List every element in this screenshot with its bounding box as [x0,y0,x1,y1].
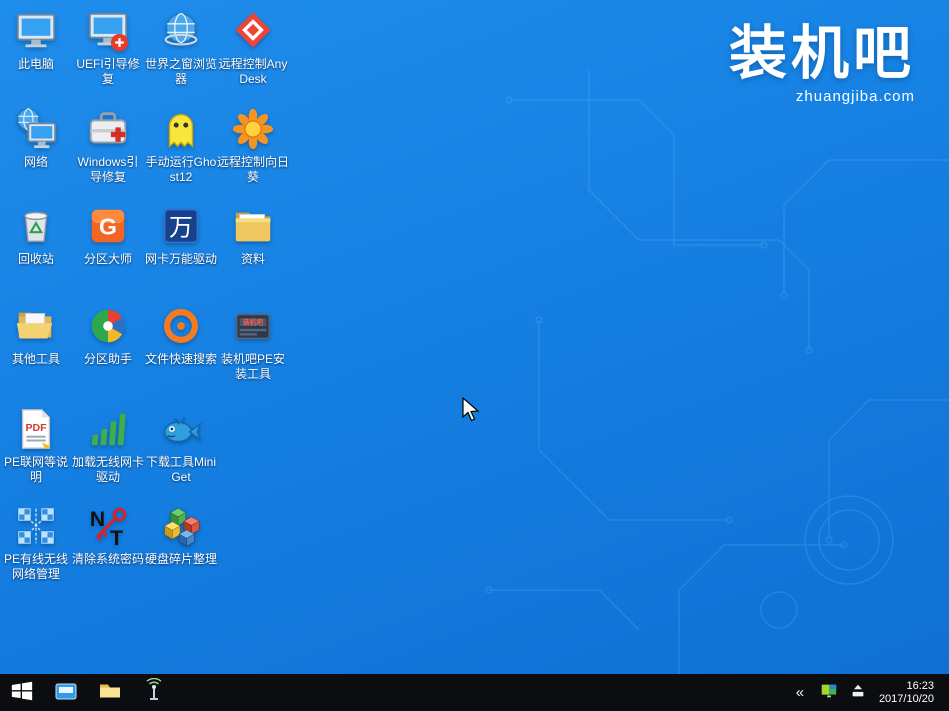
open-folder-icon [13,303,59,349]
desktop-icon-this-pc[interactable]: 此电脑 [0,8,72,72]
desktop-icon-label: 世界之窗浏览器 [145,57,217,87]
desktop-icon-zhuangjiba-pe-installer[interactable]: 装机吧装机吧PE安装工具 [217,303,289,382]
color-disc-icon [85,303,131,349]
pdf-doc-icon: PDF [13,406,59,452]
network-computer-icon [13,106,59,152]
desktop[interactable]: 装机吧 zhuangjiba.com 此电脑UEFI引导修复世界之窗浏览器远程控… [0,0,949,711]
desktop-icon-label: 分区助手 [84,352,132,367]
windows-logo-icon [10,679,34,706]
fish-icon [158,406,204,452]
taskbar-explorer-button[interactable] [88,674,132,711]
desktop-icon-label: 手动运行Ghost12 [145,155,217,185]
brand-logo-url: zhuangjiba.com [729,88,915,105]
desktop-icon-label: 网卡万能驱动 [145,252,217,267]
svg-text:装机吧: 装机吧 [242,318,263,327]
clock-date: 2017/10/20 [879,693,934,706]
desktop-icon-quick-file-search[interactable]: 文件快速搜索 [145,303,217,367]
toolbox-repair-icon [85,106,131,152]
disk-eject-icon [849,682,867,703]
taskbar-network-button[interactable] [132,674,176,711]
desktop-icon-label: 远程控制AnyDesk [217,57,289,87]
taskbar-clock[interactable]: 16:23 2017/10/20 [874,680,939,706]
anydesk-diamond-icon [230,8,276,54]
desktop-icon-pe-network-guide[interactable]: PDF PE联网等说明 [0,406,72,485]
ghost-icon [158,106,204,152]
tray-disk-button[interactable] [845,682,871,703]
desktop-icon-recycle-bin[interactable]: 回收站 [0,203,72,267]
wan-chip-icon: 万 [158,203,204,249]
svg-text:PDF: PDF [25,422,47,434]
chevron-left-icon: « [796,685,804,700]
recycle-bin-icon [13,203,59,249]
diskgenius-icon: G [85,203,131,249]
signal-bars-icon [85,406,131,452]
svg-text:G: G [99,214,117,240]
desktop-icon-windows-boot-repair[interactable]: Windows引导修复 [72,106,144,185]
desktop-icon-clear-system-password[interactable]: NT 清除系统密码 [72,503,144,567]
nt-key-icon: NT [85,503,131,549]
brand-logo: 装机吧 zhuangjiba.com [729,24,915,105]
tray-display-button[interactable] [816,682,842,703]
desktop-icon-label: 清除系统密码 [72,552,144,567]
desktop-icon-label: UEFI引导修复 [72,57,144,87]
desktop-icon-label: 下载工具MiniGet [145,455,217,485]
topology-icon [13,503,59,549]
orange-ring-icon [158,303,204,349]
desktop-icon-uefi-boot-repair[interactable]: UEFI引导修复 [72,8,144,87]
tray-expand-button[interactable]: « [787,685,813,700]
antenna-signal-icon [141,678,167,707]
svg-text:万: 万 [169,215,193,242]
start-button[interactable] [0,674,44,711]
desktop-icon-wireless-driver-loader[interactable]: 加载无线网卡驱动 [72,406,144,485]
display-color-icon [820,682,838,703]
computer-icon [13,8,59,54]
desktop-icon-universal-nic-driver[interactable]: 万网卡万能驱动 [145,203,217,267]
folder-icon [97,678,123,707]
desktop-icon-label: 硬盘碎片整理 [145,552,217,567]
cubes-icon [158,503,204,549]
desktop-icon-label: 远程控制向日葵 [217,155,289,185]
taskbar-pe-app-button[interactable] [44,674,88,711]
desktop-icon-partition-assistant[interactable]: 分区助手 [72,303,144,367]
desktop-icon-label: PE联网等说明 [0,455,72,485]
desktop-icon-label: 文件快速搜索 [145,352,217,367]
pe-device-icon: 装机吧 [230,303,276,349]
globe-browser-icon [158,8,204,54]
desktop-icon-miniget-downloader[interactable]: 下载工具MiniGet [145,406,217,485]
folder-icon [230,203,276,249]
desktop-icon-partition-master[interactable]: G 分区大师 [72,203,144,267]
desktop-icon-world-window-browser[interactable]: 世界之窗浏览器 [145,8,217,87]
brand-logo-text: 装机吧 [729,24,915,85]
blue-window-icon [53,678,79,707]
svg-text:N: N [90,508,105,531]
desktop-icon-label: 资料 [241,252,265,267]
desktop-icon-label: PE有线无线网络管理 [0,552,72,582]
uefi-repair-icon [85,8,131,54]
taskbar: « [0,674,949,711]
clock-time: 16:23 [879,680,934,693]
desktop-icon-anydesk-remote[interactable]: 远程控制AnyDesk [217,8,289,87]
desktop-icon-label: 此电脑 [18,57,54,72]
desktop-icon-label: 回收站 [18,252,54,267]
desktop-icon-sunflower-remote[interactable]: 远程控制向日葵 [217,106,289,185]
desktop-icon-pe-network-manager[interactable]: PE有线无线网络管理 [0,503,72,582]
desktop-icon-other-tools[interactable]: 其他工具 [0,303,72,367]
desktop-icon-label: 加载无线网卡驱动 [72,455,144,485]
sunflower-icon [230,106,276,152]
system-tray: « [787,674,949,711]
desktop-icon-label: 网络 [24,155,48,170]
desktop-icon-run-ghost12[interactable]: 手动运行Ghost12 [145,106,217,185]
desktop-icon-label: Windows引导修复 [72,155,144,185]
desktop-icon-materials-folder[interactable]: 资料 [217,203,289,267]
desktop-icon-label: 其他工具 [12,352,60,367]
svg-text:T: T [110,527,123,549]
desktop-icon-label: 分区大师 [84,252,132,267]
desktop-icon-label: 装机吧PE安装工具 [217,352,289,382]
desktop-icon-grid: 此电脑 UEFI引导修复世界之窗浏览器远程控制AnyDesk 网络 Windows引导… [0,0,949,711]
desktop-icon-network[interactable]: 网络 [0,106,72,170]
desktop-icon-disk-defrag[interactable]: 硬盘碎片整理 [145,503,217,567]
